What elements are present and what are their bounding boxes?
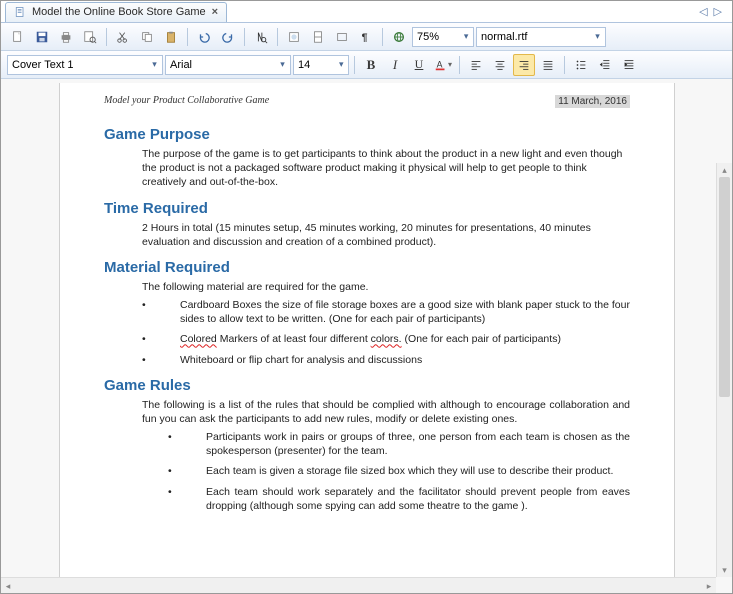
- heading-time-required: Time Required: [104, 200, 630, 217]
- font-input[interactable]: [170, 59, 277, 71]
- document-page[interactable]: Model your Product Collaborative Game 11…: [59, 83, 675, 593]
- chevron-down-icon[interactable]: ▾: [592, 31, 603, 42]
- body-text: The following material are required for …: [142, 280, 630, 294]
- tab-next-button[interactable]: ▷: [714, 5, 722, 18]
- chevron-down-icon[interactable]: ▾: [336, 59, 346, 70]
- copy-button[interactable]: [136, 26, 158, 48]
- tab-prev-button[interactable]: ◁: [699, 5, 707, 18]
- bullet-list: Participants work in pairs or groups of …: [168, 430, 630, 513]
- page-header-title: Model your Product Collaborative Game: [104, 95, 269, 108]
- zoom-input[interactable]: [417, 31, 461, 43]
- find-button[interactable]: [250, 26, 272, 48]
- list-item: Participants work in pairs or groups of …: [168, 430, 630, 458]
- paste-button[interactable]: [160, 26, 182, 48]
- undo-button[interactable]: [193, 26, 215, 48]
- align-justify-button[interactable]: [537, 54, 559, 76]
- style-input[interactable]: [12, 59, 149, 71]
- outdent-button[interactable]: [594, 54, 616, 76]
- template-combo[interactable]: ▾: [476, 27, 606, 47]
- list-item: Each team is given a storage file sized …: [168, 464, 630, 478]
- insert-object-button[interactable]: [283, 26, 305, 48]
- print-preview-button[interactable]: [79, 26, 101, 48]
- redo-button[interactable]: [217, 26, 239, 48]
- bullet-list: Cardboard Boxes the size of file storage…: [142, 298, 630, 367]
- new-button[interactable]: [7, 26, 29, 48]
- insert-page-button[interactable]: [307, 26, 329, 48]
- tab-bar: Model the Online Book Store Game × ◁ ▷: [1, 1, 732, 23]
- print-button[interactable]: [55, 26, 77, 48]
- document-area: Model your Product Collaborative Game 11…: [1, 79, 732, 593]
- vertical-scrollbar[interactable]: ▴ ▾: [716, 163, 732, 577]
- scroll-up-arrow[interactable]: ▴: [717, 163, 732, 177]
- zoom-combo[interactable]: ▾: [412, 27, 474, 47]
- bold-button[interactable]: B: [360, 54, 382, 76]
- tab-nav: ◁ ▷: [699, 5, 728, 18]
- hyperlink-button[interactable]: [388, 26, 410, 48]
- spellcheck-word: colors.: [371, 333, 402, 345]
- body-text: The purpose of the game is to get partic…: [142, 147, 630, 190]
- chevron-down-icon[interactable]: ▾: [461, 31, 471, 42]
- body-text: 2 Hours in total (15 minutes setup, 45 m…: [142, 221, 630, 249]
- indent-button[interactable]: [618, 54, 640, 76]
- paragraph-marks-button[interactable]: ¶: [355, 26, 377, 48]
- align-right-button[interactable]: [513, 54, 535, 76]
- list-item: Cardboard Boxes the size of file storage…: [142, 298, 630, 326]
- scroll-down-arrow[interactable]: ▾: [717, 563, 732, 577]
- text-color-button[interactable]: A▾: [432, 54, 454, 76]
- spellcheck-word: Colored: [180, 333, 217, 345]
- bullet-list-button[interactable]: [570, 54, 592, 76]
- chevron-down-icon[interactable]: ▾: [277, 59, 288, 70]
- heading-material-required: Material Required: [104, 259, 630, 276]
- svg-text:A: A: [437, 59, 443, 69]
- document-icon: [14, 6, 26, 18]
- chevron-down-icon[interactable]: ▾: [149, 59, 160, 70]
- toolbar-format: ▾ ▾ ▾ B I U A▾: [1, 51, 732, 79]
- toolbar-main: ¶ ▾ ▾: [1, 23, 732, 51]
- page-header: Model your Product Collaborative Game 11…: [104, 95, 630, 108]
- list-item: Whiteboard or flip chart for analysis an…: [142, 353, 630, 367]
- cut-button[interactable]: [112, 26, 134, 48]
- heading-game-rules: Game Rules: [104, 377, 630, 394]
- tab-title: Model the Online Book Store Game: [32, 6, 206, 18]
- scroll-thumb[interactable]: [719, 177, 730, 397]
- fontsize-combo[interactable]: ▾: [293, 55, 349, 75]
- align-center-button[interactable]: [489, 54, 511, 76]
- font-combo[interactable]: ▾: [165, 55, 291, 75]
- fontsize-input[interactable]: [298, 59, 336, 71]
- scroll-right-arrow[interactable]: ▸: [702, 578, 716, 593]
- underline-button[interactable]: U: [408, 54, 430, 76]
- list-item: Each team should work separately and the…: [168, 485, 630, 513]
- heading-game-purpose: Game Purpose: [104, 126, 630, 143]
- svg-text:¶: ¶: [362, 31, 368, 43]
- horizontal-scrollbar[interactable]: ◂ ▸: [1, 577, 716, 593]
- list-item: Colored Markers of at least four differe…: [142, 332, 630, 346]
- style-combo[interactable]: ▾: [7, 55, 163, 75]
- scroll-left-arrow[interactable]: ◂: [1, 578, 15, 593]
- insert-frame-button[interactable]: [331, 26, 353, 48]
- body-text: The following is a list of the rules tha…: [142, 398, 630, 426]
- save-button[interactable]: [31, 26, 53, 48]
- tab-close-button[interactable]: ×: [212, 6, 218, 18]
- italic-button[interactable]: I: [384, 54, 406, 76]
- page-header-date: 11 March, 2016: [555, 95, 630, 108]
- align-left-button[interactable]: [465, 54, 487, 76]
- template-input[interactable]: [481, 31, 592, 43]
- document-tab[interactable]: Model the Online Book Store Game ×: [5, 2, 227, 22]
